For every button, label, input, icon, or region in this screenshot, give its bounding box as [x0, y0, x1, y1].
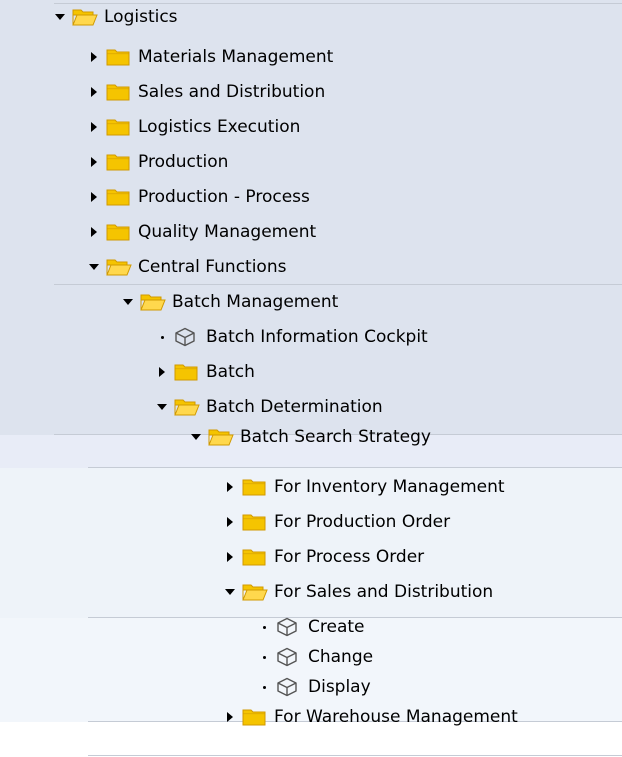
folder-open-icon: [208, 427, 234, 447]
bullet-icon: [156, 331, 168, 343]
tree-node-label: For Production Order: [274, 512, 451, 532]
tree-node-display[interactable]: Display: [258, 670, 371, 704]
folder-icon: [242, 707, 268, 727]
tree-node-label: Batch: [206, 362, 255, 382]
expand-arrow-icon[interactable]: [156, 366, 168, 378]
tree-node-label: For Inventory Management: [274, 477, 505, 497]
transaction-cube-icon: [174, 327, 200, 347]
folder-open-icon: [140, 292, 166, 312]
folder-icon: [242, 477, 268, 497]
folder-open-icon: [174, 397, 200, 417]
expand-arrow-icon[interactable]: [224, 711, 236, 723]
collapse-arrow-icon[interactable]: [156, 401, 168, 413]
tree-node-batch-information-cockpit[interactable]: Batch Information Cockpit: [156, 320, 428, 354]
tree-node-label: Materials Management: [138, 47, 334, 67]
tree-node-label: Batch Search Strategy: [240, 427, 431, 447]
tree-node-production[interactable]: Production: [88, 145, 228, 179]
folder-icon: [106, 187, 132, 207]
tree-node-for-warehouse-management[interactable]: For Warehouse Management: [224, 700, 518, 734]
folder-icon: [106, 47, 132, 67]
collapse-arrow-icon[interactable]: [122, 296, 134, 308]
tree-node-central-functions[interactable]: Central Functions: [88, 250, 286, 284]
tree-node-label: Display: [308, 677, 371, 697]
folder-icon: [242, 512, 268, 532]
expand-arrow-icon[interactable]: [88, 226, 100, 238]
tree-node-for-process-order[interactable]: For Process Order: [224, 540, 424, 574]
folder-icon: [106, 117, 132, 137]
folder-icon: [106, 222, 132, 242]
tree-node-label: Logistics: [104, 7, 178, 27]
tree-node-logistics-execution[interactable]: Logistics Execution: [88, 110, 300, 144]
bullet-icon: [258, 651, 270, 663]
expand-arrow-icon[interactable]: [224, 481, 236, 493]
hierarchy-box-line: [88, 755, 622, 756]
expand-arrow-icon[interactable]: [224, 551, 236, 563]
folder-open-icon: [242, 582, 268, 602]
tree-node-for-production-order[interactable]: For Production Order: [224, 505, 450, 539]
tree-node-materials-management[interactable]: Materials Management: [88, 40, 333, 74]
transaction-cube-icon: [276, 677, 302, 697]
tree-node-batch-determination[interactable]: Batch Determination: [156, 390, 383, 424]
tree-node-label: For Warehouse Management: [274, 707, 518, 727]
tree-node-batch-search-strategy[interactable]: Batch Search Strategy: [190, 420, 431, 454]
tree-node-batch-management[interactable]: Batch Management: [122, 285, 338, 319]
tree-node-label: Central Functions: [138, 257, 287, 277]
tree-node-label: Batch Information Cockpit: [206, 327, 428, 347]
tree-node-production-process[interactable]: Production - Process: [88, 180, 310, 214]
folder-icon: [106, 152, 132, 172]
folder-icon: [242, 547, 268, 567]
tree-node-sales-and-distribution[interactable]: Sales and Distribution: [88, 75, 325, 109]
collapse-arrow-icon[interactable]: [88, 261, 100, 273]
collapse-arrow-icon[interactable]: [190, 431, 202, 443]
tree-node-logistics[interactable]: Logistics: [54, 0, 178, 34]
folder-icon: [174, 362, 200, 382]
expand-arrow-icon[interactable]: [88, 121, 100, 133]
expand-arrow-icon[interactable]: [224, 516, 236, 528]
tree-node-label: Logistics Execution: [138, 117, 301, 137]
expand-arrow-icon[interactable]: [88, 86, 100, 98]
transaction-cube-icon: [276, 647, 302, 667]
expand-arrow-icon[interactable]: [88, 191, 100, 203]
collapse-arrow-icon[interactable]: [54, 11, 66, 23]
tree-node-label: For Process Order: [274, 547, 425, 567]
bullet-icon: [258, 681, 270, 693]
expand-arrow-icon[interactable]: [88, 156, 100, 168]
tree-node-for-inventory-management[interactable]: For Inventory Management: [224, 470, 505, 504]
tree-node-label: Production: [138, 152, 229, 172]
tree-node-label: Quality Management: [138, 222, 317, 242]
hierarchy-box-line: [88, 467, 622, 468]
tree-node-label: For Sales and Distribution: [274, 582, 494, 602]
tree-node-batch[interactable]: Batch: [156, 355, 255, 389]
tree-node-for-sales-and-distribution[interactable]: For Sales and Distribution: [224, 575, 493, 609]
tree-node-label: Sales and Distribution: [138, 82, 326, 102]
tree-node-label: Batch Determination: [206, 397, 383, 417]
folder-icon: [106, 82, 132, 102]
tree-node-label: Change: [308, 647, 374, 667]
transaction-cube-icon: [276, 617, 302, 637]
tree-node-label: Create: [308, 617, 365, 637]
bullet-icon: [258, 621, 270, 633]
tree-node-quality-management[interactable]: Quality Management: [88, 215, 316, 249]
collapse-arrow-icon[interactable]: [224, 586, 236, 598]
tree-node-change[interactable]: Change: [258, 640, 373, 674]
folder-open-icon: [72, 7, 98, 27]
folder-open-icon: [106, 257, 132, 277]
tree-node-label: Production - Process: [138, 187, 310, 207]
tree-node-create[interactable]: Create: [258, 610, 365, 644]
expand-arrow-icon[interactable]: [88, 51, 100, 63]
tree-node-label: Batch Management: [172, 292, 339, 312]
